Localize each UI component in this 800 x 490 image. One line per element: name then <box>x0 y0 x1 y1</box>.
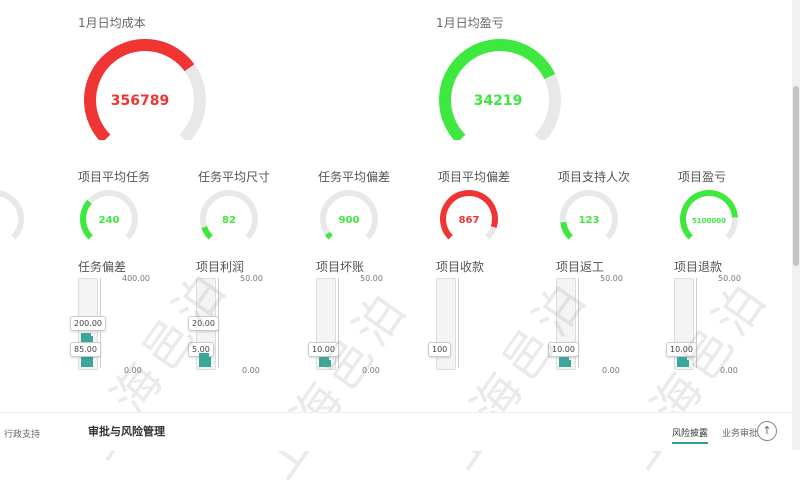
cost-gauge-chart: 356789 <box>84 39 206 140</box>
thermometer-value-bubble: 20.00 <box>188 316 219 331</box>
small-gauge-chart: 123 <box>560 190 618 240</box>
gauge-arc <box>439 39 556 140</box>
gauge-value: 240 <box>99 215 120 226</box>
thermometer-scale <box>458 278 467 368</box>
section-title: 审批与风险管理 <box>88 425 165 438</box>
thermometer-scale <box>338 278 347 368</box>
big-gauge-title: 1月日均盈亏 <box>436 16 504 30</box>
thermometer-scale <box>218 278 227 368</box>
profit-gauge-chart: 34219 <box>439 39 561 140</box>
small-gauge-chart: 867 <box>440 190 498 240</box>
gauge-arc <box>680 190 738 240</box>
thermometer-title: 项目收款 <box>436 260 485 274</box>
thermometer-marker <box>199 353 209 359</box>
gauge-arc <box>201 225 213 240</box>
gauge-arc <box>84 39 195 140</box>
gauge-arc <box>560 221 573 240</box>
gauge-value: 900 <box>339 215 360 226</box>
small-gauge-chart: 82 <box>200 190 258 240</box>
tab-business-approval[interactable]: 业务审批 <box>722 426 758 439</box>
thermometer-marker <box>81 333 91 339</box>
thermometer-title: 项目利润 <box>196 260 245 274</box>
gauge-value: 356789 <box>111 93 169 109</box>
scale-max-label: 400.00 <box>122 274 150 283</box>
thermometer-value-bubble: 10.00 <box>548 342 579 357</box>
small-gauge-title: 项目盈亏 <box>678 170 727 184</box>
gauge-value: 5100000 <box>692 217 726 225</box>
gauge-arc <box>325 231 333 240</box>
scale-min-label: 0.00 <box>242 366 260 375</box>
thermometer-marker <box>559 357 569 363</box>
thermometer-value-bubble: 10.00 <box>666 342 697 357</box>
gauge-value: 34219 <box>474 93 523 109</box>
tab-admin-support[interactable]: 行政支持 <box>4 427 40 440</box>
bottom-bar: 行政支持 审批与风险管理 风险披露 业务审批 ↑ <box>0 412 792 451</box>
thermometer-marker <box>677 357 687 363</box>
vertical-scrollbar[interactable] <box>792 0 800 450</box>
thermometer-value-bubble: 200.00 <box>70 316 106 331</box>
thermometer-title: 项目退款 <box>674 260 723 274</box>
small-gauge-title: 任务平均偏差 <box>318 170 391 184</box>
thermometer-scale <box>578 278 587 368</box>
small-gauge-title: 任务平均尺寸 <box>198 170 271 184</box>
thermometer-marker <box>319 357 329 363</box>
scale-min-label: 0.00 <box>602 366 620 375</box>
thermometer-value-bubble: 85.00 <box>70 342 101 357</box>
small-gauge-title: 项目平均偏差 <box>438 170 511 184</box>
scale-max-label: 50.00 <box>360 274 383 283</box>
thermometer-value-bubble: 100 <box>428 342 452 357</box>
thermometer-scale <box>696 278 705 368</box>
thermometer-title: 项目返工 <box>556 260 605 274</box>
scale-max-label: 50.00 <box>600 274 623 283</box>
scale-min-label: 0.00 <box>362 366 380 375</box>
scroll-to-top-icon[interactable]: ↑ <box>757 421 777 441</box>
scale-min-label: 0.00 <box>720 366 738 375</box>
small-gauge-chart: 900 <box>320 190 378 240</box>
gauge-arc <box>80 199 93 240</box>
small-gauge-chart: 5100000 <box>680 190 738 240</box>
small-gauge-title: 项目平均任务 <box>78 170 151 184</box>
thermometer-title: 任务偏差 <box>78 260 127 274</box>
gauge-value: 123 <box>579 215 600 226</box>
tab-risk-disclosure[interactable]: 风险披露 <box>672 426 709 444</box>
small-gauge-title: 项目支持人次 <box>558 170 631 184</box>
gauge-value: 867 <box>459 215 480 226</box>
scale-min-label: 0.00 <box>124 366 142 375</box>
gauge-value: 82 <box>222 215 236 226</box>
small-gauge-chart: 3 <box>0 190 24 240</box>
big-gauge-title: 1月日均成本 <box>78 16 146 30</box>
scale-max-label: 50.00 <box>718 274 741 283</box>
small-gauge-chart: 240 <box>80 190 138 240</box>
thermometer-value-bubble: 10.00 <box>308 342 339 357</box>
scale-max-label: 50.00 <box>240 274 263 283</box>
thermometer-title: 项目坏账 <box>316 260 365 274</box>
scrollbar-thumb[interactable] <box>793 86 799 266</box>
gauge-track <box>0 190 24 240</box>
